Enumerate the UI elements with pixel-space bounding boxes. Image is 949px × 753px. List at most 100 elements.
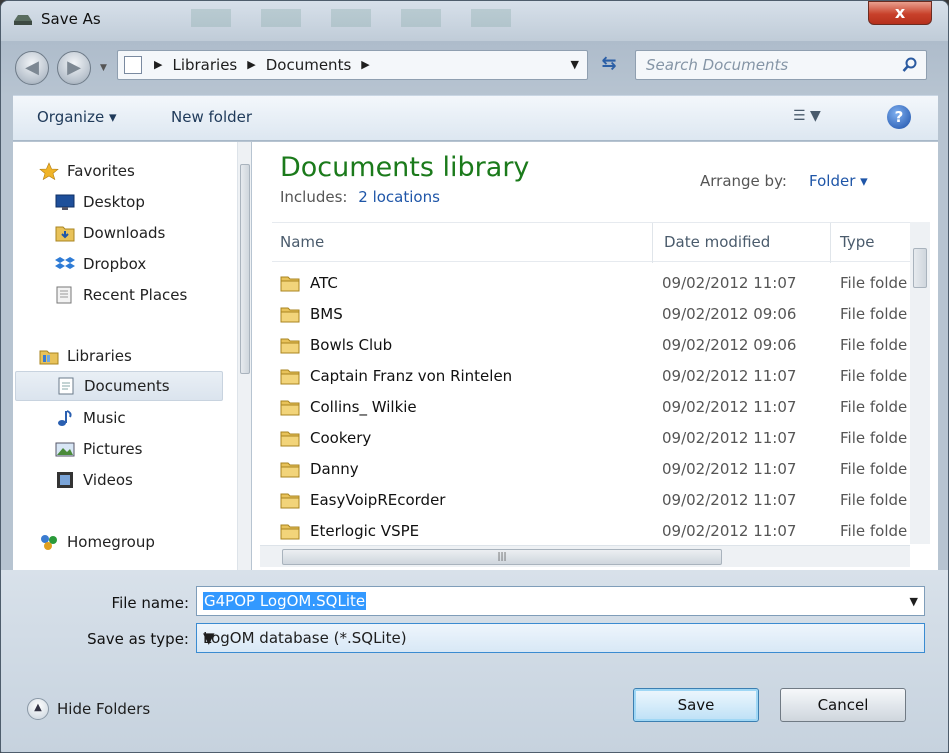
horizontal-scroll-thumb[interactable]: ||| [282,549,722,565]
address-bar[interactable]: ▶ Libraries ▶ Documents ▶ ▼ [117,50,588,80]
sidebar-item-pictures[interactable]: Pictures [55,434,142,464]
back-arrow-icon[interactable]: ◀ [15,51,49,85]
navigation-pane: Favorites Desktop Downloads Dropbox Rece… [13,142,251,570]
sidebar-item-desktop[interactable]: Desktop [55,187,145,217]
locations-link[interactable]: 2 locations [358,188,440,206]
cancel-button[interactable]: Cancel [780,688,906,722]
organize-button[interactable]: Organize ▾ [37,108,117,126]
date-modified-cell: 09/02/2012 11:07 [662,460,797,478]
sidebar-item-videos[interactable]: Videos [55,465,133,495]
arrange-by-label: Arrange by: [700,172,787,190]
library-icon [124,56,142,74]
sidebar-item-recent-places[interactable]: Recent Places [55,280,187,310]
sidebar-scroll-thumb[interactable] [240,164,250,374]
sidebar-item-documents[interactable]: Documents [15,371,223,401]
sidebar-item-label: Libraries [67,347,132,365]
homegroup-icon [41,535,57,550]
forward-arrow-icon[interactable]: ▶ [57,51,91,85]
file-list-horizontal-scrollbar[interactable]: ||| [260,545,910,567]
search-box[interactable] [635,50,927,80]
sidebar-item-downloads[interactable]: Downloads [55,218,165,248]
hide-folders-button[interactable]: ▲ Hide Folders [27,698,150,720]
address-dropdown-icon[interactable]: ▼ [571,58,579,71]
includes-label: Includes: [280,188,348,206]
vertical-scroll-thumb[interactable] [913,248,927,288]
documents-icon [58,377,74,395]
date-modified-cell: 09/02/2012 09:06 [662,336,797,354]
drive-icon [14,15,32,25]
search-input[interactable] [646,56,896,74]
table-row[interactable]: Collins_ Wilkie 09/02/2012 11:07 File fold… [272,392,912,423]
title-bar[interactable]: Save As x [1,1,948,41]
chevron-down-icon[interactable]: ▼ [203,629,918,647]
chevron-right-icon[interactable]: ▶ [247,56,255,74]
search-icon[interactable] [902,57,918,73]
table-row[interactable]: BMS 09/02/2012 09:06 File folder [272,299,912,330]
libraries-icon [39,350,59,365]
save-as-type-select[interactable]: LogOM database (*.SQLite) ▼ [196,623,925,653]
folder-icon [280,493,300,509]
help-icon[interactable]: ? [887,105,911,129]
sidebar-scrollbar[interactable] [237,142,251,570]
arrange-by-dropdown[interactable]: Folder ▾ [809,172,868,190]
sidebar-item-music[interactable]: Music [55,403,126,433]
star-icon [39,162,59,180]
library-includes: Includes: 2 locations [280,188,440,206]
file-list-vertical-scrollbar[interactable] [910,222,930,544]
save-options-panel: File name: G4POP LogOM.SQLite ▼ Save as … [1,570,948,752]
folder-icon [280,338,300,354]
refresh-icon[interactable]: ⇆ [593,50,625,80]
command-bar: Organize ▾ New folder ☰ ▼ ? [13,95,938,141]
sidebar-item-dropbox[interactable]: Dropbox [55,249,146,279]
file-name-cell: Cookery [310,429,372,447]
downloads-folder-icon [55,226,75,242]
column-header-type[interactable]: Type [840,233,874,251]
breadcrumb-documents[interactable]: Documents [266,56,352,74]
file-name-field[interactable]: G4POP LogOM.SQLite ▼ [196,586,925,616]
chevron-down-icon[interactable]: ▼ [910,595,918,608]
column-divider[interactable] [652,223,653,263]
date-modified-cell: 09/02/2012 11:07 [662,367,797,385]
view-options-icon[interactable]: ☰ ▼ [793,108,821,124]
date-modified-cell: 09/02/2012 09:06 [662,305,797,323]
sidebar-item-label: Videos [83,471,133,489]
library-title: Documents library [280,152,530,183]
sidebar-item-label: Desktop [83,193,145,211]
folder-icon [280,462,300,478]
sidebar-item-libraries[interactable]: Libraries [39,341,132,371]
type-cell: File folder [840,367,908,385]
table-row[interactable]: Bowls Club 09/02/2012 09:06 File folder [272,330,912,361]
type-cell: File folder [840,460,908,478]
table-row[interactable]: Cookery 09/02/2012 11:07 File folder [272,423,912,454]
window-title: Save As [41,10,101,28]
column-header-name[interactable]: Name [280,233,324,251]
sidebar-item-label: Dropbox [83,255,147,273]
table-row[interactable]: EasyVoipREcorder 09/02/2012 11:07 File fol… [272,485,912,516]
type-cell: File folder [840,305,908,323]
column-divider[interactable] [830,223,831,263]
date-modified-cell: 09/02/2012 11:07 [662,522,797,540]
sidebar-item-favorites[interactable]: Favorites [39,156,135,186]
close-button[interactable]: x [868,1,932,25]
new-folder-button[interactable]: New folder [171,108,252,126]
sidebar-item-label: Homegroup [67,533,155,551]
hide-folders-label: Hide Folders [57,700,151,718]
chevron-right-icon[interactable]: ▶ [154,56,162,74]
table-row[interactable]: Danny 09/02/2012 11:07 File folder [272,454,912,485]
table-row[interactable]: ATC 09/02/2012 11:07 File folder [272,268,912,299]
date-modified-cell: 09/02/2012 11:07 [662,398,797,416]
file-name-input[interactable]: G4POP LogOM.SQLite [203,592,367,610]
sidebar-item-label: Pictures [83,440,143,458]
desktop-icon [55,194,75,210]
chevron-right-icon[interactable]: ▶ [361,56,369,74]
save-button[interactable]: Save [633,688,759,722]
breadcrumb-libraries[interactable]: Libraries [172,56,237,74]
table-row[interactable]: Eterlogic VSPE 09/02/2012 11:07 File folde… [272,516,912,547]
sidebar-item-homegroup[interactable]: Homegroup [39,527,155,557]
file-name-cell: ATC [310,274,338,292]
sidebar-item-label: Downloads [83,224,166,242]
navigation-bar: ◀ ▶ ▼ ▶ Libraries ▶ Documents ▶ ▼ ⇆ [1,45,948,91]
column-header-date[interactable]: Date modified [664,233,770,251]
recent-pages-dropdown-icon[interactable]: ▼ [100,63,107,73]
table-row[interactable]: Captain Franz von Rintelen 09/02/2012 11:… [272,361,912,392]
